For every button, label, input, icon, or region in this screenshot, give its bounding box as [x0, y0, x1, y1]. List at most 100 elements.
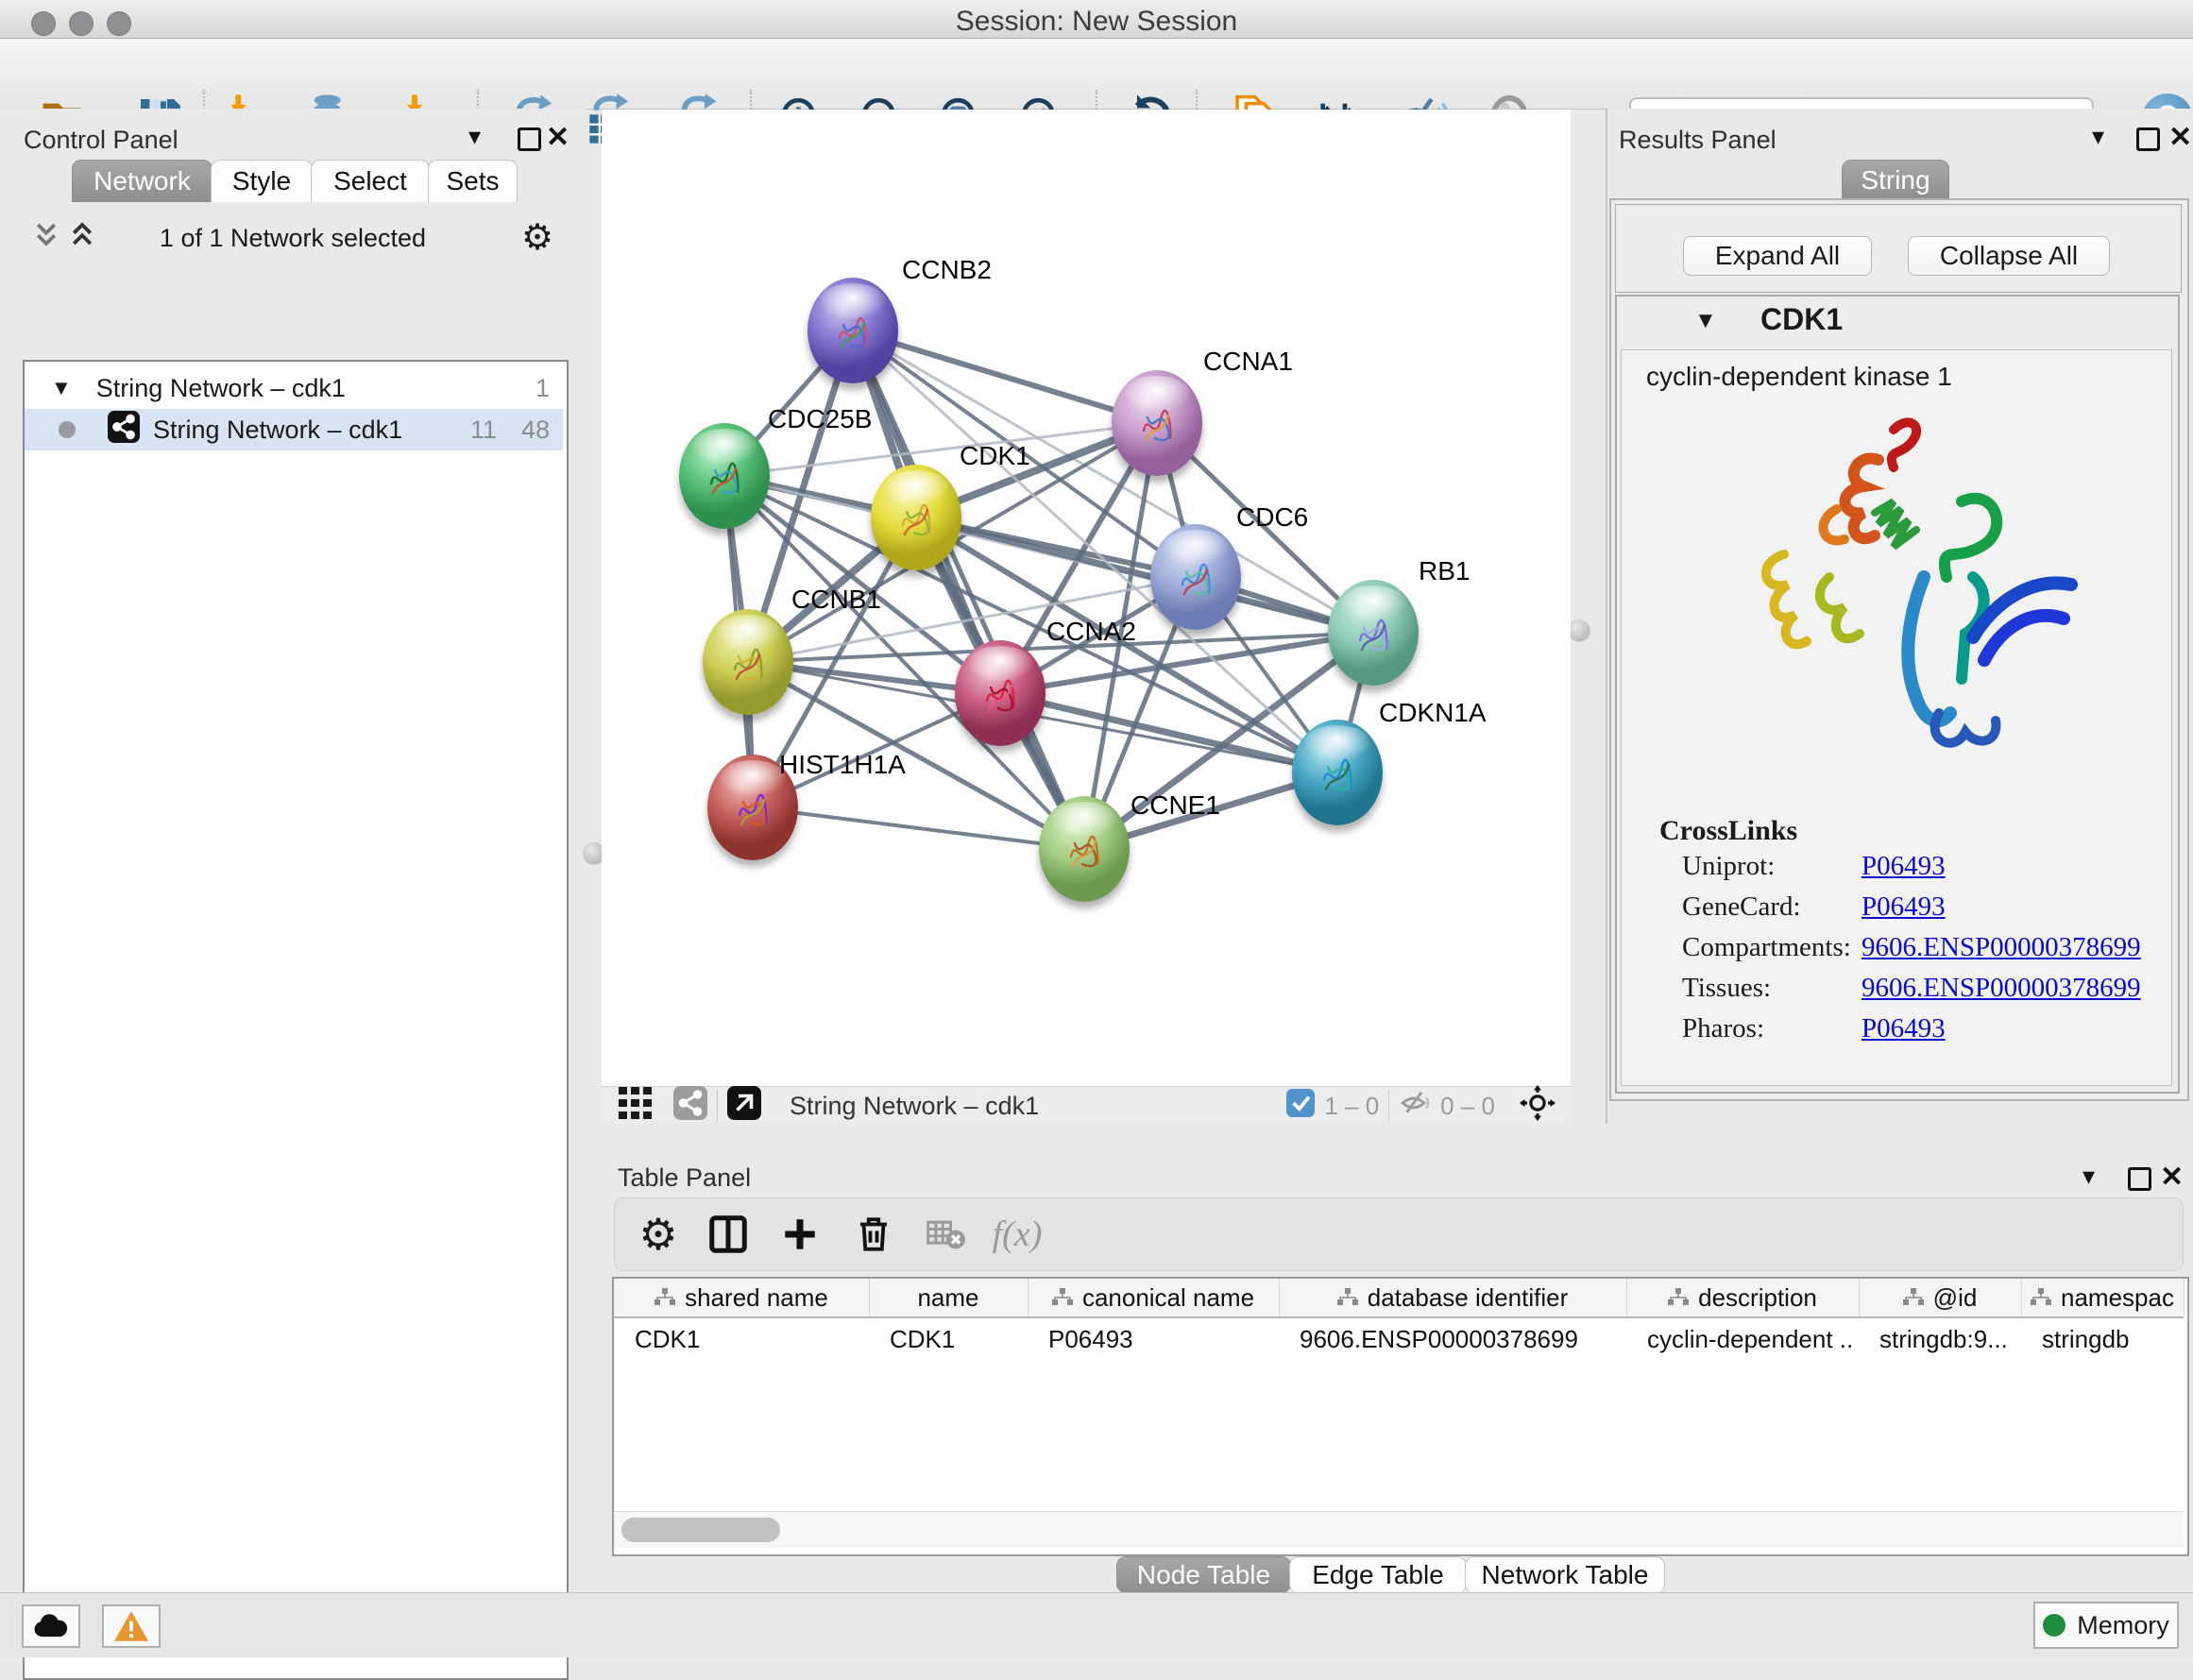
node-structure-thumbnail [1173, 551, 1218, 607]
birdseye-grid-icon[interactable] [619, 1087, 653, 1126]
column-header-shared-name[interactable]: shared name [614, 1279, 870, 1316]
status-bar: Memory [0, 1592, 2193, 1657]
network-collection-row[interactable]: ▼ String Network – cdk1 1 [25, 367, 563, 409]
network-node-cdkn1a[interactable] [1292, 720, 1383, 825]
control-panel-menu-icon[interactable]: ▾ [468, 122, 481, 151]
delete-table-icon[interactable] [919, 1208, 972, 1261]
selected-count: 1 – 0 [1324, 1092, 1379, 1121]
network-node-ccna1[interactable] [1112, 370, 1202, 476]
network-node-cdc6[interactable] [1150, 524, 1241, 630]
delete-column-trash-icon[interactable] [847, 1208, 900, 1261]
gene-collapse-icon[interactable]: ▼ [1694, 308, 1717, 334]
table-horizontal-scrollbar[interactable] [614, 1511, 2184, 1548]
network-options-gear-icon[interactable]: ⚙ [521, 216, 553, 259]
tab-edge-table[interactable]: Edge Table [1289, 1556, 1467, 1593]
expand-all-button[interactable]: Expand All [1683, 236, 1872, 276]
tab-style[interactable]: Style [211, 160, 313, 202]
scrollbar-thumb[interactable] [621, 1518, 780, 1542]
crosslink-link[interactable]: 9606.ENSP00000378699 [1862, 932, 2141, 963]
create-column-icon[interactable] [774, 1208, 826, 1261]
table-header-row: shared name name canonical name database id… [614, 1279, 2184, 1318]
network-node-rb1[interactable] [1328, 580, 1419, 686]
collapse-all-button[interactable]: Collapse All [1908, 236, 2110, 276]
node-structure-thumbnail [725, 636, 771, 692]
network-node-ccnb2[interactable] [808, 278, 898, 383]
tab-node-table[interactable]: Node Table [1116, 1556, 1291, 1593]
table-cell[interactable]: cyclin-dependent ... [1647, 1320, 1855, 1358]
network-results-splitter-handle[interactable] [1568, 619, 1590, 642]
network-node-cdk1[interactable] [871, 465, 961, 570]
node-label-ccna1: CCNA1 [1203, 347, 1293, 377]
column-header-database-identifier[interactable]: database identifier [1279, 1279, 1627, 1316]
table-cell[interactable]: CDK1 [890, 1320, 1024, 1358]
table-cell[interactable]: stringdb:9... [1879, 1320, 2017, 1358]
column-header-name[interactable]: name [869, 1279, 1028, 1316]
node-table[interactable]: shared name name canonical name database id… [612, 1277, 2189, 1556]
table-toolbar: ⚙ f(x) [614, 1197, 2184, 1271]
table-cell[interactable]: 9606.ENSP00000378699 [1300, 1320, 1623, 1358]
crosslink-link[interactable]: P06493 [1862, 891, 1946, 923]
table-cell[interactable]: stringdb [2042, 1320, 2180, 1358]
tab-string-results[interactable]: String [1842, 160, 1949, 200]
column-header-description[interactable]: description [1626, 1279, 1860, 1316]
crosslink-link[interactable]: P06493 [1862, 851, 1946, 882]
column-header-namespac[interactable]: namespac [2021, 1279, 2184, 1316]
table-cell[interactable]: P06493 [1048, 1320, 1275, 1358]
crosslink-link[interactable]: 9606.ENSP00000378699 [1862, 973, 2141, 1004]
control-panel-float-icon[interactable] [518, 127, 541, 151]
network-node-ccne1[interactable] [1039, 796, 1130, 902]
network-row[interactable]: String Network – cdk1 11 48 [25, 409, 563, 450]
network-node-ccnb1[interactable] [703, 609, 793, 715]
column-label: @id [1933, 1283, 1978, 1313]
crosslink-link[interactable]: P06493 [1862, 1013, 1946, 1044]
collection-expand-icon[interactable]: ▼ [51, 376, 72, 400]
table-cell[interactable]: CDK1 [635, 1320, 865, 1358]
column-label: canonical name [1082, 1283, 1254, 1313]
results-panel-close-icon[interactable]: ✕ [2168, 121, 2192, 154]
tab-sets[interactable]: Sets [428, 160, 518, 202]
network-status-dot [59, 421, 76, 438]
hidden-count: 0 – 0 [1440, 1092, 1495, 1121]
warning-button[interactable] [102, 1604, 161, 1648]
show-columns-icon[interactable] [702, 1208, 755, 1261]
tab-network[interactable]: Network [72, 160, 212, 202]
status-separator [1388, 1090, 1389, 1122]
column-label: shared name [685, 1283, 828, 1313]
crosslink-label: Uniprot: [1682, 851, 1775, 882]
memory-button[interactable]: Memory [2033, 1602, 2179, 1649]
node-label-cdc25b: CDC25B [768, 404, 872, 434]
tab-network-table[interactable]: Network Table [1465, 1556, 1665, 1593]
column-label: name [917, 1283, 978, 1313]
network-name: String Network – cdk1 [153, 416, 402, 445]
results-panel-menu-icon[interactable]: ▾ [2092, 122, 2104, 151]
selected-checkbox-icon[interactable] [1286, 1089, 1315, 1124]
network-view-canvas[interactable]: CCNB2 CCNA1 CDC25B CDK1 CDC6 RB1 CCNB1 C… [602, 110, 1571, 1086]
table-panel-float-icon[interactable] [2128, 1167, 2151, 1191]
string-panel-toggle-icon[interactable] [673, 1086, 707, 1127]
fit-selected-crosshair-icon[interactable] [1520, 1085, 1556, 1128]
network-node-ccna2[interactable] [955, 640, 1046, 746]
detach-view-icon[interactable] [727, 1086, 761, 1127]
results-panel-title: Results Panel [1619, 126, 1776, 155]
gene-symbol: CDK1 [1760, 302, 1843, 337]
warning-icon [114, 1611, 148, 1641]
column-header-canonical-name[interactable]: canonical name [1028, 1279, 1280, 1316]
node-structure-thumbnail [1062, 823, 1107, 879]
cloud-button[interactable] [22, 1604, 80, 1648]
network-node-cdc25b[interactable] [679, 423, 770, 529]
control-panel-close-icon[interactable]: ✕ [546, 121, 570, 154]
function-builder-icon[interactable]: f(x) [991, 1208, 1044, 1261]
results-panel-float-icon[interactable] [2136, 127, 2160, 151]
table-panel-close-icon[interactable]: ✕ [2160, 1161, 2184, 1194]
network-selection-status: 1 of 1 Network selected [0, 224, 586, 253]
tab-select[interactable]: Select [311, 160, 430, 202]
node-structure-thumbnail [830, 304, 876, 361]
memory-status-dot [2043, 1614, 2066, 1637]
column-header--id[interactable]: @id [1859, 1279, 2022, 1316]
table-panel-menu-icon[interactable]: ▾ [2082, 1162, 2095, 1191]
table-settings-gear-icon[interactable]: ⚙ [632, 1208, 685, 1261]
network-node-count: 11 [470, 416, 497, 445]
hidden-eye-icon[interactable] [1399, 1087, 1431, 1126]
string-network-icon [108, 411, 140, 450]
control-panel: Control Panel ▾ ✕ Network Style Select S… [0, 109, 586, 1592]
